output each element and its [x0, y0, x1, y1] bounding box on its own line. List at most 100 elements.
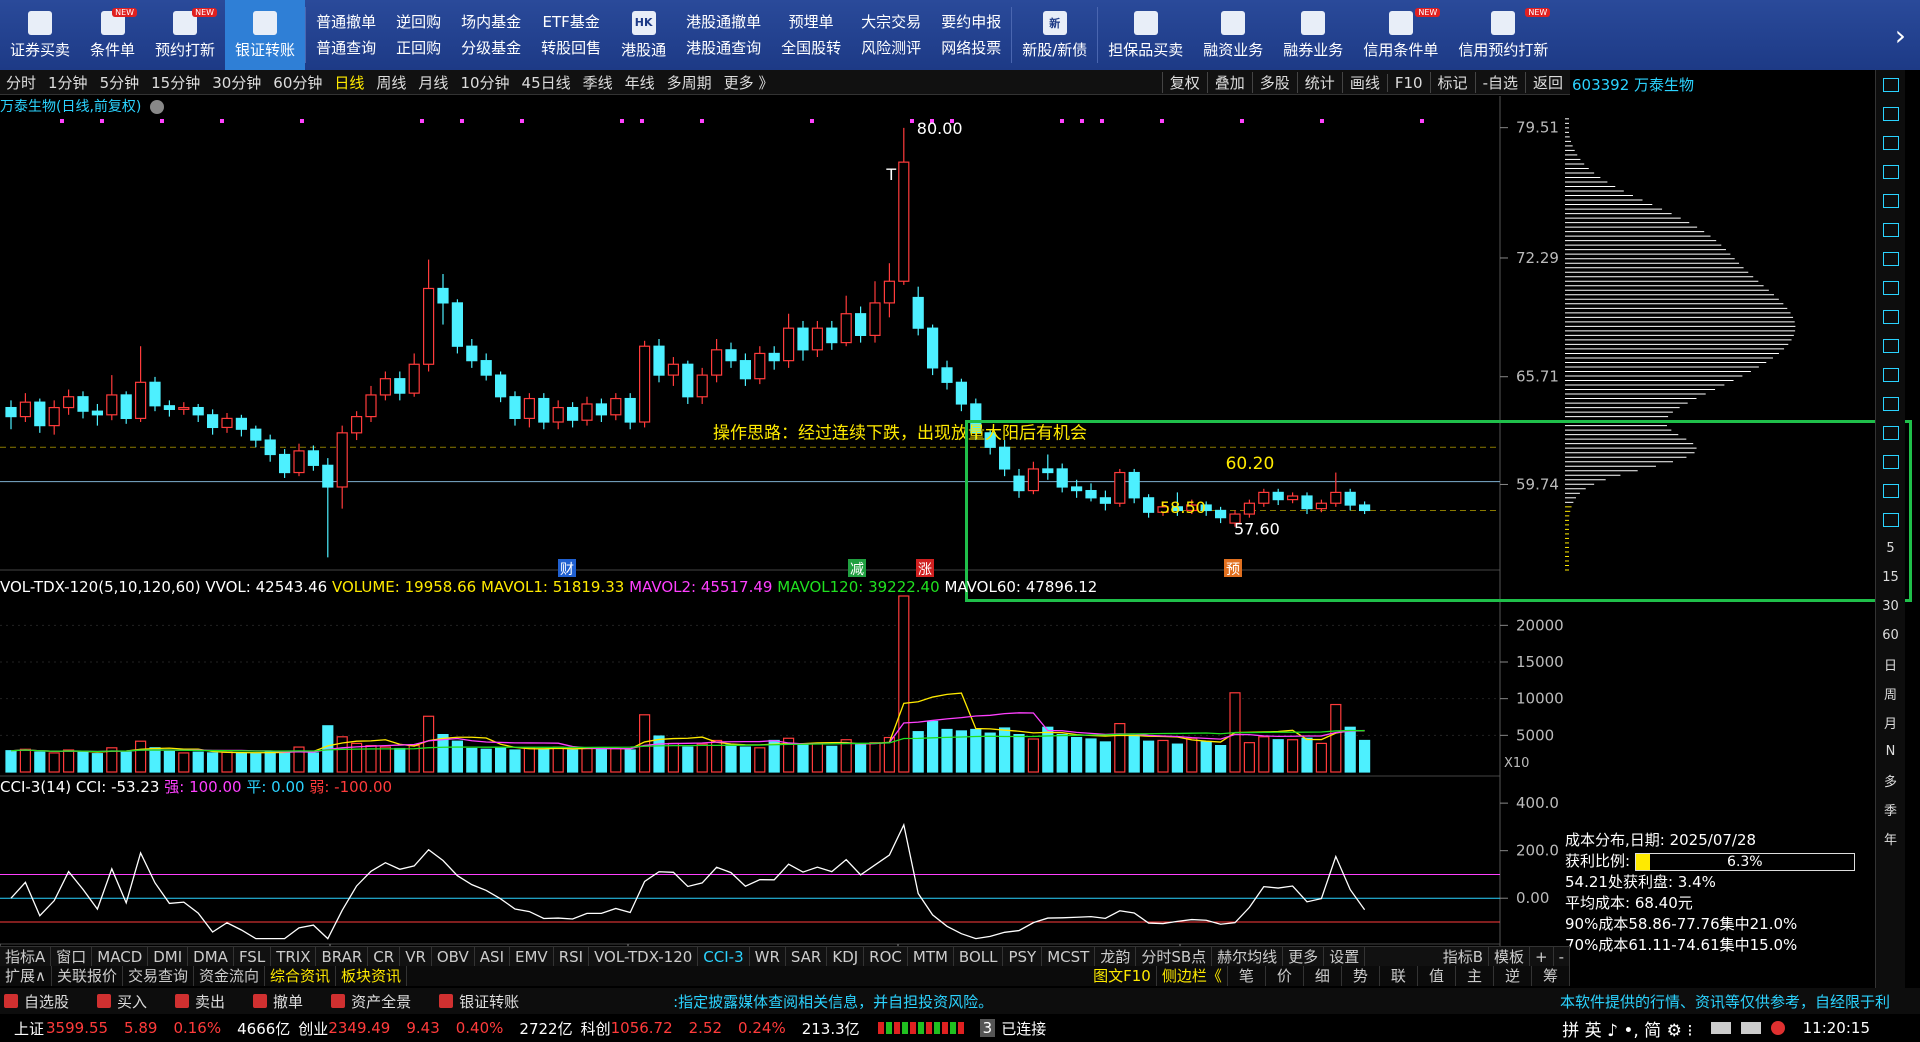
info-tab[interactable]: 板块资讯 — [336, 966, 408, 986]
indicator-tab[interactable]: RSI — [554, 947, 590, 966]
sidebar-tool-icon[interactable] — [1876, 331, 1905, 360]
chat-icon[interactable] — [1740, 1022, 1761, 1034]
indicator-tab[interactable]: CR — [368, 947, 401, 966]
sidebar-period[interactable]: 季 — [1876, 795, 1905, 824]
toolbar-pair-pairs-2[interactable]: 场内基金 分级基金 — [451, 0, 531, 70]
sidebar-tool-icon[interactable] — [1876, 389, 1905, 418]
toolbar-pair-top[interactable]: 预埋单 — [789, 9, 834, 35]
toolbar-pair-top[interactable]: ETF基金 — [542, 9, 599, 35]
period-tab[interactable]: 周线 — [370, 72, 412, 93]
toolbar-button-b-2[interactable]: 融资业务 — [1193, 0, 1273, 70]
period-tab[interactable]: 更多 》 — [718, 72, 780, 93]
toolbar-pair-pairs2-0[interactable]: 港股通撤单 港股通查询 — [676, 0, 771, 70]
indicator-tab[interactable]: CCI-3 — [698, 947, 750, 966]
info-right-button[interactable]: 笔 — [1228, 966, 1266, 986]
sidebar-period[interactable]: N — [1876, 737, 1905, 766]
period-tab[interactable]: 1分钟 — [42, 72, 94, 93]
sidebar-tool-icon[interactable] — [1876, 70, 1905, 99]
info-right-button[interactable]: 值 — [1418, 966, 1456, 986]
indicator-tab[interactable]: MCST — [1042, 947, 1096, 966]
toolbar-button-b-5[interactable]: NEW 信用预约打新 — [1448, 0, 1558, 70]
trade-item[interactable]: 自选股 — [0, 991, 69, 1012]
sidebar-tool-icon[interactable] — [1876, 128, 1905, 157]
toolbar-pair-bottom[interactable]: 正回购 — [396, 35, 441, 61]
indicator-tab[interactable]: FSL — [234, 947, 272, 966]
indicator-tab[interactable]: 指标A — [0, 947, 52, 966]
chart-tool-button[interactable]: 画线 — [1341, 72, 1387, 93]
toolbar-pair-top[interactable]: 普通撤单 — [316, 9, 376, 35]
indicator-tab[interactable]: ASI — [475, 947, 510, 966]
toolbar-pair-bottom[interactable]: 转股回售 — [541, 35, 601, 61]
toolbar-pair-top[interactable]: 港股通撤单 — [686, 9, 761, 35]
info-tab[interactable]: 关联报价 — [52, 966, 123, 986]
sidebar-tool-icon[interactable] — [1876, 157, 1905, 186]
alarm-icon[interactable] — [1770, 1021, 1785, 1035]
period-tab[interactable]: 季线 — [577, 72, 619, 93]
indicator-tab[interactable]: MTM — [908, 947, 954, 966]
indicator-tab[interactable]: WR — [750, 947, 786, 966]
info-right-button[interactable]: 逆 — [1494, 966, 1532, 986]
info-right-button[interactable]: 价 — [1266, 966, 1304, 986]
toolbar-pair-bottom[interactable]: 全国股转 — [781, 35, 841, 61]
info-right-button[interactable]: 势 — [1342, 966, 1380, 986]
sidebar-tool-icon[interactable] — [1876, 273, 1905, 302]
sidebar-period[interactable]: 60 — [1876, 621, 1905, 650]
sidebar-period[interactable]: 30 — [1876, 592, 1905, 621]
indicator-tab[interactable]: 赫尔均线 — [1212, 947, 1284, 966]
toolbar-pair-pairs-3[interactable]: ETF基金 转股回售 — [531, 0, 611, 70]
period-tab[interactable]: 月线 — [412, 72, 454, 93]
info-right-button[interactable]: 细 — [1304, 966, 1342, 986]
chart-tool-button[interactable]: -自选 — [1474, 72, 1525, 93]
toolbar-pair-pairs2-1[interactable]: 预埋单 全国股转 — [771, 0, 851, 70]
toolbar-pair-pairs-1[interactable]: 逆回购 正回购 — [386, 0, 451, 70]
sidebar-period[interactable]: 日 — [1876, 650, 1905, 679]
trade-item[interactable]: 买入 — [93, 991, 147, 1012]
toolbar-button-b-3[interactable]: 融券业务 — [1273, 0, 1353, 70]
sidebar-tool-icon[interactable] — [1876, 215, 1905, 244]
indicator-tab[interactable]: BRAR — [316, 947, 369, 966]
toolbar-button-a-2[interactable]: NEW 预约打新 — [145, 0, 225, 70]
indicator-tab[interactable]: SAR — [786, 947, 828, 966]
ime-indicator[interactable]: 拼 英 ♪ •, 简 ⚙ ⁝ — [1562, 1016, 1692, 1041]
period-tab[interactable]: 多周期 — [661, 72, 718, 93]
period-tab[interactable]: 15分钟 — [145, 72, 206, 93]
toolbar-pair-bottom[interactable]: 分级基金 — [461, 35, 521, 61]
toolbar-pair-pairs2-2[interactable]: 大宗交易 风险测评 — [851, 0, 931, 70]
toolbar-button-a-3[interactable]: 银证转账 — [225, 0, 306, 70]
indicator-right-button[interactable]: 指标B — [1438, 947, 1489, 966]
toolbar-button-b-0[interactable]: 新新股/新债 — [1012, 0, 1097, 70]
toolbar-pair-top[interactable]: 场内基金 — [461, 9, 521, 35]
info-right-button[interactable]: 图文F10 — [1088, 966, 1157, 986]
indicator-tab[interactable]: 分时SB点 — [1136, 947, 1213, 966]
indicator-tab[interactable]: 窗口 — [51, 947, 93, 966]
keyboard-icon[interactable] — [1710, 1022, 1731, 1034]
info-right-button[interactable]: 主 — [1456, 966, 1494, 986]
indicator-tab[interactable]: DMA — [188, 947, 234, 966]
toolbar-pair-bottom[interactable]: 风险测评 — [861, 35, 921, 61]
sidebar-period[interactable]: 年 — [1876, 824, 1905, 853]
trade-item[interactable]: 卖出 — [171, 991, 225, 1012]
period-tab[interactable]: 30分钟 — [206, 72, 267, 93]
toolbar-button-a-1[interactable]: NEW 条件单 — [80, 0, 145, 70]
toolbar-pair-top[interactable]: 逆回购 — [396, 9, 441, 35]
toolbar-pair-bottom[interactable]: 港股通查询 — [686, 35, 761, 61]
chart-tool-button[interactable]: 标记 — [1429, 72, 1475, 93]
chart-tool-button[interactable]: F10 — [1386, 73, 1430, 92]
chart-tool-button[interactable]: 返回 — [1524, 72, 1570, 93]
indicator-tab[interactable]: TRIX — [271, 947, 317, 966]
indicator-right-button[interactable]: 模板 — [1489, 947, 1530, 966]
sidebar-tool-icon[interactable] — [1876, 476, 1905, 505]
toolbar-pair-top[interactable]: 大宗交易 — [861, 9, 921, 35]
sidebar-tool-icon[interactable] — [1876, 447, 1905, 476]
period-tab[interactable]: 5分钟 — [94, 72, 146, 93]
indicator-tab[interactable]: KDJ — [827, 947, 865, 966]
sidebar-tool-icon[interactable] — [1876, 418, 1905, 447]
toolbar-pair-bottom[interactable]: 普通查询 — [316, 35, 376, 61]
info-tab[interactable]: 交易查询 — [123, 966, 195, 986]
sidebar-tool-icon[interactable] — [1876, 505, 1905, 534]
sidebar-period[interactable]: 周 — [1876, 679, 1905, 708]
indicator-tab[interactable]: BOLL — [954, 947, 1004, 966]
chart-tool-button[interactable]: 统计 — [1296, 72, 1342, 93]
toolbar-button-hk[interactable]: HK 港股通 — [611, 0, 676, 70]
info-tab[interactable]: 综合资讯 — [265, 966, 337, 986]
